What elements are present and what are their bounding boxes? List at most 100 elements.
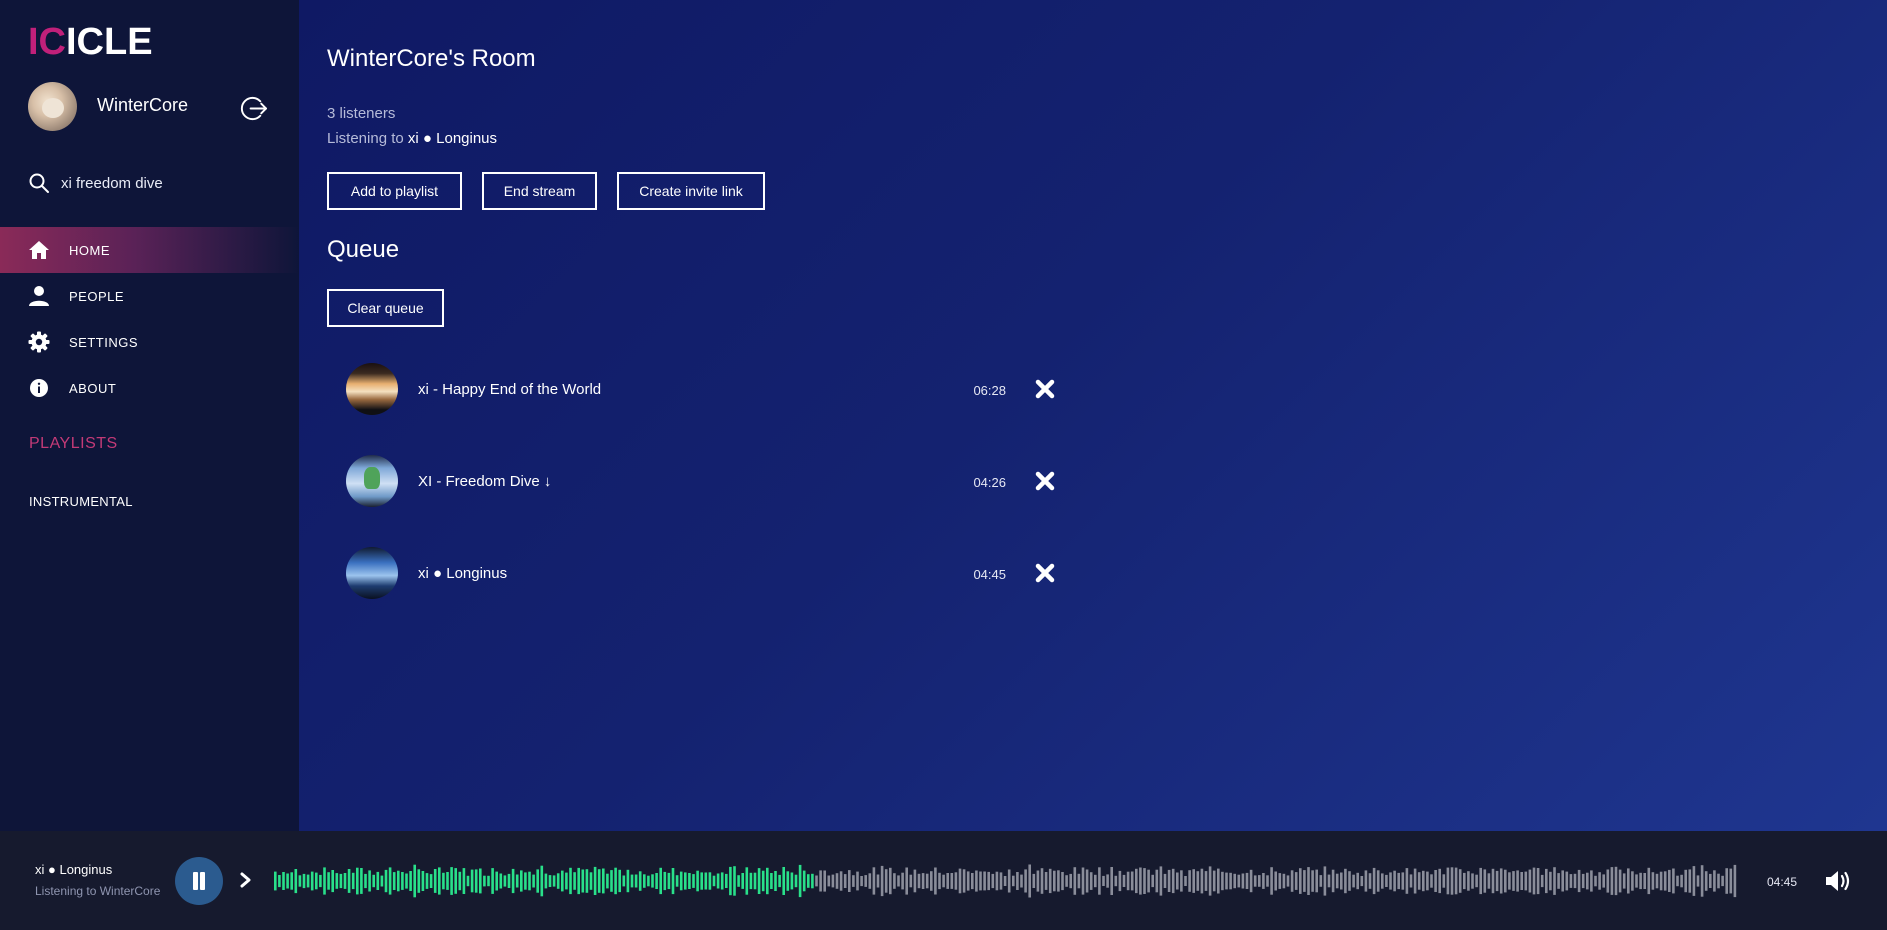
- waveform-bar: [1471, 873, 1474, 889]
- waveform-bar: [1212, 870, 1216, 892]
- nav-item-people[interactable]: PEOPLE: [0, 273, 299, 319]
- waveform-bar: [278, 875, 281, 888]
- waveform-bar: [725, 873, 728, 888]
- waveform-bar: [684, 872, 687, 890]
- waveform-bar: [1700, 865, 1704, 897]
- waveform-bar: [831, 874, 835, 888]
- waveform-bar: [1569, 874, 1573, 888]
- nav-item-home[interactable]: HOME: [0, 227, 299, 273]
- waveform-bar: [1290, 870, 1294, 892]
- waveform-bar: [1012, 875, 1015, 887]
- waveform-bar: [864, 875, 867, 887]
- waveform-bar: [930, 871, 933, 891]
- waveform-bar: [1258, 875, 1261, 887]
- waveform-bar: [778, 874, 781, 888]
- waveform-bar: [757, 868, 761, 894]
- waveform-bar: [315, 872, 318, 890]
- waveform-bar: [319, 874, 322, 888]
- nav-item-settings[interactable]: SETTINGS: [0, 319, 299, 365]
- waveform-bar: [1696, 875, 1700, 887]
- queue-item[interactable]: xi - Happy End of the World 06:28: [346, 359, 1066, 451]
- waveform-bar: [302, 873, 306, 889]
- waveform-bar: [1307, 867, 1310, 895]
- queue-item[interactable]: xi ● Longinus 04:45: [346, 543, 1066, 635]
- waveform-bar: [1225, 872, 1228, 890]
- waveform-bar: [1368, 873, 1372, 889]
- waveform-bar: [573, 872, 576, 890]
- waveform-bar: [1487, 873, 1491, 889]
- avatar[interactable]: [28, 82, 77, 131]
- waveform-bar: [1331, 869, 1335, 893]
- waveform-bar: [659, 867, 662, 895]
- track-thumbnail: [346, 363, 398, 415]
- waveform-bar: [1278, 873, 1282, 889]
- app-logo[interactable]: ICICLE: [28, 22, 153, 62]
- search-bar[interactable]: xi freedom dive: [28, 170, 278, 196]
- waveform-bar: [470, 869, 474, 893]
- waveform-bar: [597, 869, 601, 893]
- waveform-bar: [1647, 867, 1651, 895]
- nav-item-about[interactable]: ABOUT: [0, 365, 299, 411]
- waveform-bar: [610, 870, 613, 892]
- waveform-bar: [1655, 873, 1659, 889]
- waveform-bar: [429, 874, 433, 888]
- pause-button[interactable]: [175, 857, 223, 905]
- waveform-bar: [1032, 873, 1036, 888]
- waveform-bar: [1188, 870, 1191, 892]
- waveform-bar: [942, 874, 945, 888]
- waveform-bar: [733, 866, 736, 896]
- waveform-bar: [630, 874, 634, 888]
- waveform-bar: [495, 871, 498, 891]
- waveform-bar: [1040, 868, 1044, 894]
- waveform-bar: [917, 873, 921, 889]
- waveform-bar: [679, 871, 683, 891]
- waveform-bar: [499, 873, 503, 889]
- waveform-bar: [294, 869, 298, 894]
- next-icon[interactable]: [238, 871, 254, 889]
- waveform-bar: [536, 869, 539, 893]
- waveform-bar: [1516, 870, 1519, 892]
- waveform-bar: [1286, 875, 1290, 887]
- close-icon[interactable]: [1034, 470, 1056, 492]
- waveform-bar: [1381, 873, 1384, 889]
- waveform-bar: [1274, 871, 1277, 891]
- logout-icon[interactable]: [239, 94, 268, 123]
- waveform-bar: [1122, 874, 1126, 887]
- waveform-bar: [1446, 867, 1450, 895]
- waveform-bar: [1069, 873, 1072, 889]
- create-invite-link-button[interactable]: Create invite link: [617, 172, 765, 210]
- waveform-bar: [1135, 868, 1138, 894]
- waveform-bar: [552, 875, 556, 887]
- queue-heading: Queue: [327, 236, 400, 263]
- waveform-bar: [433, 869, 437, 893]
- waveform-bar: [860, 876, 863, 887]
- close-icon[interactable]: [1034, 562, 1056, 584]
- waveform-bar: [1688, 869, 1692, 893]
- waveform-bar: [884, 869, 888, 893]
- playlist-item-instrumental[interactable]: INSTRUMENTAL: [29, 494, 133, 509]
- waveform-bar: [405, 873, 408, 889]
- waveform-bar: [815, 875, 818, 887]
- waveform-seekbar[interactable]: [274, 855, 1740, 907]
- search-input[interactable]: xi freedom dive: [61, 175, 163, 192]
- waveform-bar: [1159, 866, 1163, 896]
- waveform-bar: [585, 869, 589, 893]
- close-icon[interactable]: [1034, 378, 1056, 400]
- waveform-bar: [807, 874, 810, 888]
- waveform-bar: [880, 865, 884, 897]
- player-bar: xi ● Longinus Listening to WinterCore 04…: [0, 831, 1887, 930]
- volume-icon[interactable]: [1824, 868, 1852, 894]
- queue-item[interactable]: XI - Freedom Dive ↓ 04:26: [346, 451, 1066, 543]
- waveform-bar: [1176, 872, 1179, 890]
- waveform-bar: [1631, 871, 1634, 891]
- waveform-bar: [638, 871, 642, 891]
- clear-queue-button[interactable]: Clear queue: [327, 289, 444, 327]
- end-stream-button[interactable]: End stream: [482, 172, 597, 210]
- add-to-playlist-button[interactable]: Add to playlist: [327, 172, 462, 210]
- waveform-bar: [1147, 869, 1150, 893]
- waveform-bar: [438, 867, 441, 895]
- listening-track: xi ● Longinus: [407, 130, 498, 147]
- waveform-bar: [979, 871, 982, 891]
- waveform-bar: [913, 869, 917, 893]
- waveform-bar: [1081, 867, 1085, 895]
